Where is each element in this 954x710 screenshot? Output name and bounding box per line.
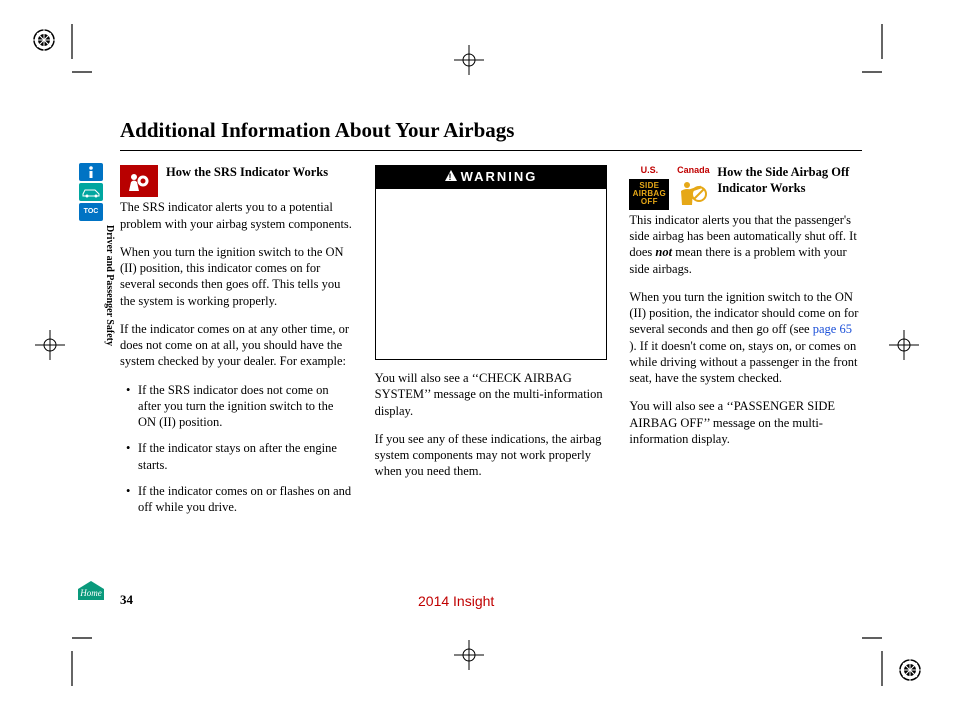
col3-p1: This indicator alerts you that the passe… (629, 212, 862, 277)
page-title: Additional Information About Your Airbag… (120, 117, 862, 151)
svg-text:Home: Home (79, 588, 102, 598)
nav-home-button[interactable]: Home (78, 581, 104, 600)
column-2: ! WARNING You will also see a ‘‘CHECK AI… (375, 165, 608, 525)
column-3: U.S. SIDE AIRBAG OFF Canada (629, 165, 862, 525)
canada-label: Canada (677, 165, 710, 177)
col1-bullet-1: If the SRS indicator does not come on af… (126, 382, 353, 431)
cross-mark-right (889, 330, 919, 360)
car-icon (81, 186, 101, 198)
warning-triangle-icon: ! (445, 169, 457, 186)
page-number: 34 (120, 592, 133, 609)
nav-info-button[interactable] (79, 163, 103, 181)
crop-mark-br (862, 626, 902, 686)
col1-p3: If the indicator comes on at any other t… (120, 321, 353, 370)
col1-header: How the SRS Indicator Works (166, 165, 328, 181)
nav-vehicle-button[interactable] (79, 183, 103, 201)
col1-bullet-2: If the indicator stays on after the engi… (126, 440, 353, 473)
svg-text:!: ! (448, 172, 453, 181)
side-airbag-off-us-icon: SIDE AIRBAG OFF (629, 179, 669, 210)
cross-mark-bottom (454, 640, 484, 670)
col3-p2: When you turn the ignition switch to the… (629, 289, 862, 387)
warning-box: ! WARNING (375, 165, 608, 360)
col3-p3: You will also see a ‘‘PASSENGER SIDE AIR… (629, 398, 862, 447)
col1-p1: The SRS indicator alerts you to a potent… (120, 199, 353, 232)
cross-mark-top (454, 45, 484, 75)
col1-p2: When you turn the ignition switch to the… (120, 244, 353, 309)
crop-mark-tl (52, 24, 92, 84)
warning-label: WARNING (461, 169, 538, 186)
column-1: How the SRS Indicator Works The SRS indi… (120, 165, 353, 525)
col2-p1: You will also see a ‘‘CHECK AIRBAG SYSTE… (375, 370, 608, 419)
us-label: U.S. (641, 165, 659, 177)
section-label: Driver and Passenger Safety (103, 225, 116, 346)
model-year: 2014 Insight (418, 592, 494, 610)
crop-mark-tr (862, 24, 902, 84)
col2-p2: If you see any of these indications, the… (375, 431, 608, 480)
crop-mark-bl (52, 626, 92, 686)
page-content: Additional Information About Your Airbag… (120, 117, 862, 525)
cross-mark-left (35, 330, 65, 360)
col3-header: How the Side Airbag Off Indicator Works (717, 165, 862, 196)
info-icon (87, 166, 95, 178)
srs-indicator-icon (120, 165, 158, 197)
side-airbag-off-canada-icon (675, 179, 711, 210)
nav-toc-button[interactable]: TOC (79, 203, 103, 221)
home-icon: Home (78, 581, 104, 600)
col1-bullet-3: If the indicator comes on or flashes on … (126, 483, 353, 516)
page-65-link[interactable]: page 65 (813, 322, 852, 336)
